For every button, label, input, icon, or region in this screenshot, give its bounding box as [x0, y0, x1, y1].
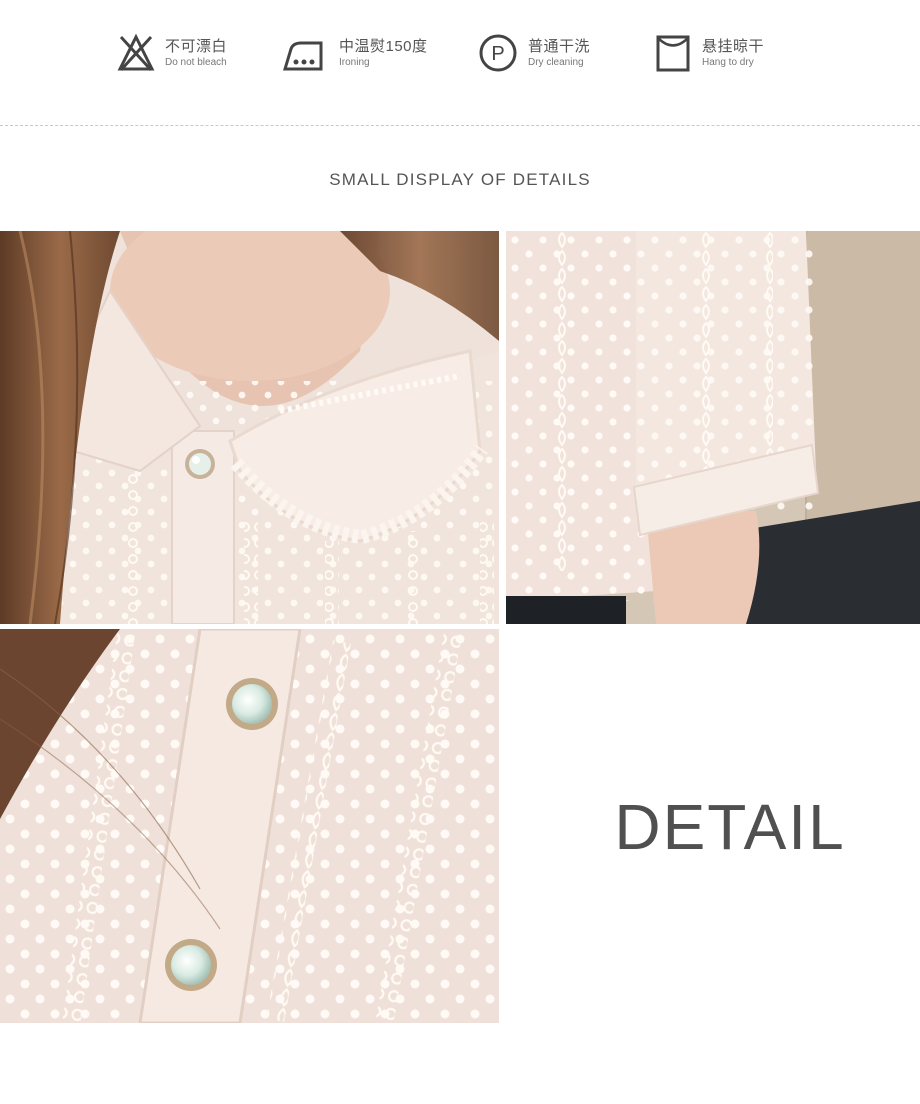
care-item-dry-cleaning: P 普通干洗 Dry cleaning [478, 30, 590, 76]
care-label-en: Dry cleaning [528, 56, 584, 68]
collar-detail-photo [0, 231, 499, 624]
care-label-cn: 不可漂白 [165, 37, 228, 55]
sleeve-detail-photo [506, 231, 920, 624]
care-label-cn: 中温熨150度 [339, 37, 428, 55]
care-instructions-bar: 不可漂白 Do not bleach 中温熨150度 Ironing P 普通干… [0, 0, 920, 120]
detail-heading: DETAIL [614, 791, 846, 863]
care-label-cn: 悬挂晾干 [702, 37, 765, 55]
dry-clean-icon: P [479, 34, 517, 72]
iron-icon [282, 41, 323, 71]
care-label-en: Hang to dry [702, 56, 754, 68]
section-title: SMALL DISPLAY OF DETAILS [329, 170, 591, 189]
buttons-detail-photo [0, 629, 499, 1023]
care-label-en: Ironing [339, 56, 370, 68]
no-bleach-icon [117, 33, 155, 72]
care-item-no-bleach: 不可漂白 Do not bleach [117, 30, 227, 76]
care-item-hang-dry: 悬挂晾干 Hang to dry [654, 30, 764, 76]
hang-dry-icon [656, 35, 690, 72]
care-item-ironing: 中温熨150度 Ironing [281, 30, 428, 76]
dry-clean-glyph: P [491, 43, 504, 65]
dashed-divider [0, 125, 920, 126]
care-label-cn: 普通干洗 [528, 37, 591, 55]
care-label-en: Do not bleach [165, 56, 227, 68]
